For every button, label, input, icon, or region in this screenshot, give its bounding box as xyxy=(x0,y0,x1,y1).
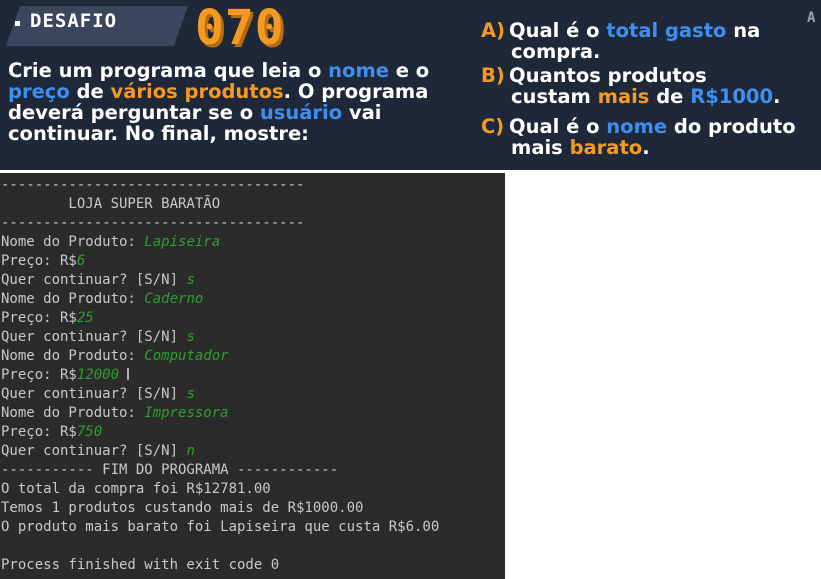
question-text: custam xyxy=(511,85,598,108)
console-line: Nome do Produto: Caderno xyxy=(1,290,203,309)
console-prompt: Nome do Produto: xyxy=(1,291,145,307)
desc-text: . O programa xyxy=(283,80,429,103)
console-store-title: LOJA SUPER BARATÃO xyxy=(1,196,221,212)
question-text: na xyxy=(726,19,761,42)
console-input: Computador xyxy=(144,348,229,364)
challenge-tag-label: DESAFIO xyxy=(30,10,118,32)
question-c: C) Qual é o nome do produto mais barato. xyxy=(481,116,821,158)
question-highlight: nome xyxy=(606,115,668,138)
question-letter: C) xyxy=(481,115,505,138)
console-line: Quer continuar? [S/N] s xyxy=(1,271,195,290)
console-line: Quer continuar? [S/N] s xyxy=(1,328,195,347)
desc-highlight: vários produtos xyxy=(110,80,284,103)
challenge-number: 070 xyxy=(195,0,285,56)
question-text: compra. xyxy=(511,40,601,63)
console-line: Preço: R$12000 xyxy=(1,366,119,385)
console-input: 12000 xyxy=(76,367,120,383)
desc-text: Crie um programa que leia o xyxy=(8,59,329,82)
desc-highlight: nome xyxy=(328,59,389,82)
question-text: mais xyxy=(511,136,570,159)
question-text: Qual é o xyxy=(509,19,607,42)
console-line: Nome do Produto: Computador xyxy=(1,347,229,366)
mouse-cursor xyxy=(127,368,129,380)
question-highlight: mais xyxy=(597,85,650,108)
question-text: . xyxy=(773,85,781,108)
tag-bullet xyxy=(15,21,20,26)
console-prompt: Quer continuar? [S/N] xyxy=(1,272,187,288)
console-end-banner: ----------- FIM DO PROGRAMA ------------ xyxy=(1,462,339,478)
console-input: s xyxy=(186,272,195,288)
desc-text: e o xyxy=(389,59,430,82)
console-rule: ------------------------------------ xyxy=(1,177,305,193)
question-highlight: total gasto xyxy=(606,19,727,42)
console-prompt: Quer continuar? [S/N] xyxy=(1,329,187,345)
question-text: de xyxy=(649,85,691,108)
console-result-count: Temos 1 produtos custando mais de R$1000… xyxy=(1,500,364,516)
console-line: Quer continuar? [S/N] n xyxy=(1,442,195,461)
console-line: Preço: R$25 xyxy=(1,309,94,328)
question-a: A) Qual é o total gasto na compra. xyxy=(481,20,821,62)
console-input: 6 xyxy=(76,253,86,269)
console-prompt: Nome do Produto: xyxy=(1,348,145,364)
desc-text: vai xyxy=(342,101,382,124)
question-text: Qual é o xyxy=(509,115,607,138)
challenge-description: Crie um programa que leia o nome e o pre… xyxy=(8,60,458,144)
console-prompt: Preço: R$ xyxy=(1,424,77,440)
console-rule: ------------------------------------ xyxy=(1,215,305,231)
console-prompt: Preço: R$ xyxy=(1,310,77,326)
console-input: s xyxy=(186,329,195,345)
console-result-total: O total da compra foi R$12781.00 xyxy=(1,481,271,497)
question-text: . xyxy=(642,136,650,159)
desc-text: de xyxy=(69,80,111,103)
console-line: Nome do Produto: Impressora xyxy=(1,404,229,423)
console-input: 25 xyxy=(76,310,94,326)
console-result-cheapest: O produto mais barato foi Lapiseira que … xyxy=(1,519,440,535)
challenge-banner: DESAFIO 070 A Crie um programa que leia … xyxy=(0,0,821,170)
console-prompt: Quer continuar? [S/N] xyxy=(1,386,187,402)
question-b: B) Quantos produtos custam mais de R$1000… xyxy=(481,65,821,107)
console-prompt: Nome do Produto: xyxy=(1,405,145,421)
console-prompt: Nome do Produto: xyxy=(1,234,145,250)
question-highlight: R$1000 xyxy=(690,85,774,108)
console-prompt: Preço: R$ xyxy=(1,253,77,269)
console-prompt: Preço: R$ xyxy=(1,367,77,383)
question-letter: B) xyxy=(481,64,505,87)
console-input: Caderno xyxy=(144,291,204,307)
console-line: Nome do Produto: Lapiseira xyxy=(1,233,220,252)
desc-text: deverá perguntar se o xyxy=(8,101,260,124)
console-input: Lapiseira xyxy=(144,234,221,250)
desc-highlight: usuário xyxy=(259,101,343,124)
console-exit-line: Process finished with exit code 0 xyxy=(1,557,280,573)
console-line: Preço: R$750 xyxy=(1,423,102,442)
console-input: 750 xyxy=(76,424,103,440)
console-input: s xyxy=(186,386,195,402)
question-text: Quantos produtos xyxy=(509,64,707,87)
desc-highlight: preço xyxy=(8,80,70,103)
question-text: do produto xyxy=(667,115,796,138)
console-line: Quer continuar? [S/N] s xyxy=(1,385,195,404)
console-line: Preço: R$6 xyxy=(1,252,85,271)
console-input: Impressora xyxy=(144,405,229,421)
run-console[interactable]: ------------------------------------ LOJ… xyxy=(0,173,505,579)
question-highlight: barato xyxy=(569,136,643,159)
console-input: n xyxy=(186,443,195,459)
question-letter: A) xyxy=(481,19,506,42)
console-prompt: Quer continuar? [S/N] xyxy=(1,443,187,459)
desc-text: continuar. No final, mostre: xyxy=(8,122,309,145)
